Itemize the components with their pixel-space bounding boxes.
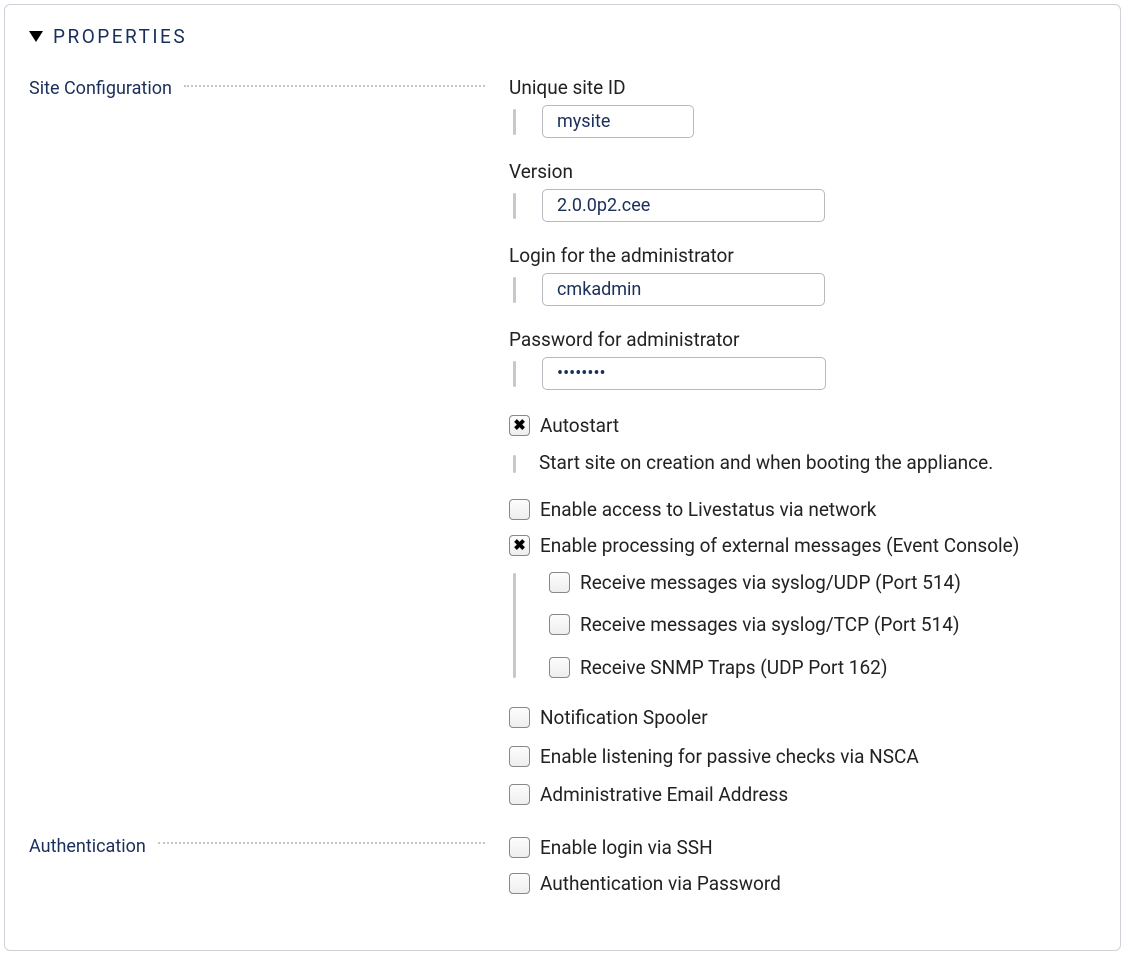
panel-header[interactable]: Properties	[29, 25, 1096, 48]
site-id-label: Unique site ID	[509, 76, 1086, 99]
password-auth-checkbox[interactable]	[509, 873, 530, 894]
properties-panel: Properties Site Configuration Unique sit…	[4, 4, 1121, 951]
livestatus-row: Enable access to Livestatus via network	[509, 496, 1086, 525]
nsca-checkbox[interactable]	[509, 746, 530, 767]
nested-indent-line	[513, 573, 516, 679]
site-config-content: Unique site ID Version Login for the adm…	[509, 76, 1096, 820]
password-auth-row: Authentication via Password	[509, 870, 1086, 899]
dotted-separator	[158, 842, 485, 844]
autostart-description-row: Start site on creation and when booting …	[509, 451, 1086, 474]
authentication-content: Enable login via SSH Authentication via …	[509, 834, 1096, 907]
admin-password-label: Password for administrator	[509, 328, 1086, 351]
site-id-field: Unique site ID	[509, 76, 1086, 138]
autostart-row: Autostart	[509, 412, 1086, 441]
indent-line	[513, 277, 516, 303]
admin-login-field: Login for the administrator	[509, 244, 1086, 306]
dotted-separator	[184, 85, 485, 87]
admin-login-input[interactable]	[542, 273, 825, 306]
syslog-udp-label: Receive messages via syslog/UDP (Port 51…	[580, 569, 961, 598]
indent-line	[513, 193, 516, 219]
indent-line	[513, 455, 516, 473]
indent-line	[513, 109, 516, 135]
snmp-traps-row: Receive SNMP Traps (UDP Port 162)	[549, 654, 1086, 683]
syslog-tcp-label: Receive messages via syslog/TCP (Port 51…	[580, 611, 960, 640]
section-label-text: Authentication	[29, 836, 158, 857]
section-label: Site Configuration	[29, 76, 509, 99]
autostart-description: Start site on creation and when booting …	[539, 451, 993, 474]
event-console-label: Enable processing of external messages (…	[540, 532, 1019, 561]
livestatus-label: Enable access to Livestatus via network	[540, 496, 876, 525]
autostart-checkbox[interactable]	[509, 415, 530, 436]
input-wrapper	[509, 189, 1086, 222]
simple-checks-group: Notification Spooler Enable listening fo…	[509, 704, 1086, 810]
syslog-udp-checkbox[interactable]	[549, 572, 570, 593]
syslog-tcp-checkbox[interactable]	[549, 614, 570, 635]
section-label-text: Site Configuration	[29, 78, 184, 99]
admin-email-row: Administrative Email Address	[509, 781, 1086, 810]
admin-email-checkbox[interactable]	[509, 784, 530, 805]
nested-items: Receive messages via syslog/UDP (Port 51…	[549, 569, 1086, 687]
event-console-row: Enable processing of external messages (…	[509, 532, 1086, 561]
livestatus-checkbox[interactable]	[509, 499, 530, 520]
snmp-traps-label: Receive SNMP Traps (UDP Port 162)	[580, 654, 887, 683]
ssh-label: Enable login via SSH	[540, 834, 713, 863]
notification-spooler-checkbox[interactable]	[509, 707, 530, 728]
admin-login-label: Login for the administrator	[509, 244, 1086, 267]
admin-password-input[interactable]	[542, 357, 826, 390]
version-field: Version	[509, 160, 1086, 222]
site-configuration-section: Site Configuration Unique site ID Versio…	[29, 76, 1096, 820]
site-id-input[interactable]	[542, 105, 694, 138]
input-wrapper	[509, 273, 1086, 306]
collapse-toggle-icon	[29, 31, 43, 42]
autostart-group: Autostart Start site on creation and whe…	[509, 412, 1086, 474]
nsca-label: Enable listening for passive checks via …	[540, 743, 919, 772]
notification-spooler-label: Notification Spooler	[540, 704, 708, 733]
indent-line	[513, 361, 516, 387]
input-wrapper	[509, 357, 1086, 390]
ssh-checkbox[interactable]	[509, 837, 530, 858]
ssh-row: Enable login via SSH	[509, 834, 1086, 863]
event-console-checkbox[interactable]	[509, 535, 530, 556]
section-label: Authentication	[29, 834, 509, 857]
nsca-row: Enable listening for passive checks via …	[509, 743, 1086, 772]
version-input[interactable]	[542, 189, 825, 222]
authentication-section: Authentication Enable login via SSH Auth…	[29, 834, 1096, 907]
version-label: Version	[509, 160, 1086, 183]
notification-spooler-row: Notification Spooler	[509, 704, 1086, 733]
password-auth-label: Authentication via Password	[540, 870, 781, 899]
panel-title: Properties	[53, 25, 187, 48]
snmp-traps-checkbox[interactable]	[549, 657, 570, 678]
admin-password-field: Password for administrator	[509, 328, 1086, 390]
input-wrapper	[509, 105, 1086, 138]
event-console-children: Receive messages via syslog/UDP (Port 51…	[509, 569, 1086, 687]
syslog-tcp-row: Receive messages via syslog/TCP (Port 51…	[549, 611, 1086, 640]
admin-email-label: Administrative Email Address	[540, 781, 788, 810]
syslog-udp-row: Receive messages via syslog/UDP (Port 51…	[549, 569, 1086, 598]
autostart-label: Autostart	[540, 412, 619, 441]
